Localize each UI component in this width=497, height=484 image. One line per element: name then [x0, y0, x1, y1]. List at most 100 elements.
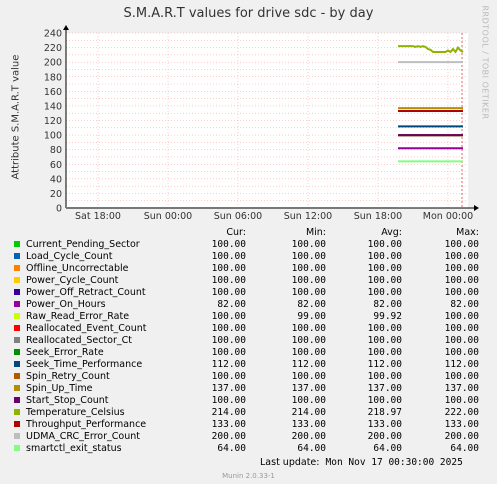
legend-row: Power_On_Hours 82.00 82.00 82.00 82.00	[14, 299, 494, 311]
y-tick-label: 120	[44, 116, 62, 127]
legend-value-max: 100.00	[444, 263, 479, 274]
legend-value-avg: 218.97	[367, 407, 402, 418]
legend-value-avg: 100.00	[367, 335, 402, 346]
legend-series-name: UDMA_CRC_Error_Count	[26, 431, 140, 442]
legend-value-max: 64.00	[450, 443, 479, 454]
y-axis-arrow	[63, 25, 69, 30]
legend-value-min: 100.00	[291, 395, 326, 406]
legend-value-min: 137.00	[291, 383, 326, 394]
header-cur: Cur:	[226, 227, 246, 238]
legend-swatch	[14, 289, 20, 295]
legend-swatch	[14, 361, 20, 367]
legend-swatch	[14, 277, 20, 283]
legend-value-avg: 100.00	[367, 251, 402, 262]
legend-value-cur: 100.00	[211, 239, 246, 250]
legend-row: Offline_Uncorrectable 100.00 100.00 100.00 1…	[14, 263, 494, 275]
y-tick-label: 200	[44, 58, 62, 69]
legend-row: Spin_Retry_Count 100.00 100.00 100.00 100.00	[14, 371, 494, 383]
legend-series-name: Reallocated_Event_Count	[26, 323, 147, 334]
legend-value-cur: 100.00	[211, 371, 246, 382]
legend-series-name: Current_Pending_Sector	[26, 239, 140, 250]
legend-value-min: 100.00	[291, 371, 326, 382]
legend-swatch	[14, 373, 20, 379]
legend-series-name: Seek_Time_Performance	[26, 359, 143, 370]
legend-value-max: 100.00	[444, 275, 479, 286]
legend-series-name: Temperature_Celsius	[26, 407, 125, 418]
legend-series-name: Spin_Retry_Count	[26, 371, 110, 382]
legend-value-max: 100.00	[444, 239, 479, 250]
legend-series-name: Start_Stop_Count	[26, 395, 109, 406]
legend-value-min: 100.00	[291, 251, 326, 262]
legend-value-cur: 200.00	[211, 431, 246, 442]
x-tick-label: Mon 00:00	[423, 211, 473, 220]
legend-value-avg: 100.00	[367, 287, 402, 298]
legend-value-avg: 112.00	[367, 359, 402, 370]
legend-value-min: 82.00	[297, 299, 326, 310]
legend-row: Power_Off_Retract_Count 100.00 100.00 100.0…	[14, 287, 494, 299]
legend-series-name: Power_Cycle_Count	[26, 275, 119, 286]
legend-series-name: Reallocated_Sector_Ct	[26, 335, 132, 346]
legend-header-row: Cur: Min: Avg: Max:	[14, 227, 494, 239]
legend-swatch	[14, 253, 20, 259]
y-tick-label: 20	[50, 189, 62, 200]
legend-row: Current_Pending_Sector 100.00 100.00 100.00…	[14, 239, 494, 251]
legend-series-name: Power_Off_Retract_Count	[26, 287, 146, 298]
legend-row: Power_Cycle_Count 100.00 100.00 100.00 100.0…	[14, 275, 494, 287]
header-max: Max:	[456, 227, 479, 238]
legend-swatch	[14, 313, 20, 319]
x-tick-label: Sat 18:00	[75, 211, 121, 220]
legend-value-max: 200.00	[444, 431, 479, 442]
y-tick-label: 240	[44, 29, 62, 40]
legend-value-cur: 133.00	[211, 419, 246, 430]
legend-value-cur: 100.00	[211, 311, 246, 322]
y-tick-label: 40	[50, 174, 62, 185]
legend-value-cur: 214.00	[211, 407, 246, 418]
legend-value-avg: 100.00	[367, 263, 402, 274]
legend-swatch	[14, 241, 20, 247]
legend-swatch	[14, 349, 20, 355]
legend-row: Throughput_Performance 133.00 133.00 133.00…	[14, 419, 494, 431]
legend-value-avg: 133.00	[367, 419, 402, 430]
legend-value-cur: 82.00	[217, 299, 246, 310]
y-tick-label: 220	[44, 43, 62, 54]
legend-series-name: Power_On_Hours	[26, 299, 106, 310]
y-tick-label: 140	[44, 101, 62, 112]
legend-row: Reallocated_Event_Count 100.00 100.00 100.0…	[14, 323, 494, 335]
legend-value-max: 100.00	[444, 335, 479, 346]
legend-series-name: Spin_Up_Time	[26, 383, 93, 394]
legend-series-name: Raw_Read_Error_Rate	[26, 311, 130, 322]
legend-value-cur: 64.00	[217, 443, 246, 454]
legend-swatch	[14, 421, 20, 427]
legend-value-min: 99.00	[297, 311, 326, 322]
x-axis-arrow	[474, 205, 479, 211]
y-tick-label: 80	[50, 145, 62, 156]
legend-value-cur: 100.00	[211, 395, 246, 406]
legend-value-max: 100.00	[444, 323, 479, 334]
legend-value-min: 100.00	[291, 287, 326, 298]
legend-value-avg: 100.00	[367, 239, 402, 250]
legend-value-min: 100.00	[291, 239, 326, 250]
legend-swatch	[14, 409, 20, 415]
legend-value-min: 100.00	[291, 347, 326, 358]
header-avg: Avg:	[381, 227, 402, 238]
legend-value-avg: 100.00	[367, 371, 402, 382]
legend-swatch	[14, 301, 20, 307]
x-tick-label: Sun 06:00	[214, 211, 262, 220]
legend-value-max: 100.00	[444, 347, 479, 358]
legend-value-min: 64.00	[297, 443, 326, 454]
legend-row: Start_Stop_Count 100.00 100.00 100.00 100.00	[14, 395, 494, 407]
legend-series-name: Seek_Error_Rate	[26, 347, 104, 358]
legend-value-cur: 100.00	[211, 323, 246, 334]
legend-row: Raw_Read_Error_Rate 100.00 99.00 99.92 100.0…	[14, 311, 494, 323]
y-tick-label: 0	[56, 204, 62, 215]
legend-value-min: 100.00	[291, 323, 326, 334]
legend-value-max: 112.00	[444, 359, 479, 370]
legend-value-cur: 100.00	[211, 263, 246, 274]
x-tick-label: Sun 12:00	[284, 211, 332, 220]
x-tick-label: Sun 18:00	[354, 211, 402, 220]
legend-value-max: 100.00	[444, 395, 479, 406]
legend-value-max: 100.00	[444, 311, 479, 322]
legend-row: Load_Cycle_Count 100.00 100.00 100.00 100.00	[14, 251, 494, 263]
legend-value-max: 222.00	[444, 407, 479, 418]
legend-value-max: 133.00	[444, 419, 479, 430]
